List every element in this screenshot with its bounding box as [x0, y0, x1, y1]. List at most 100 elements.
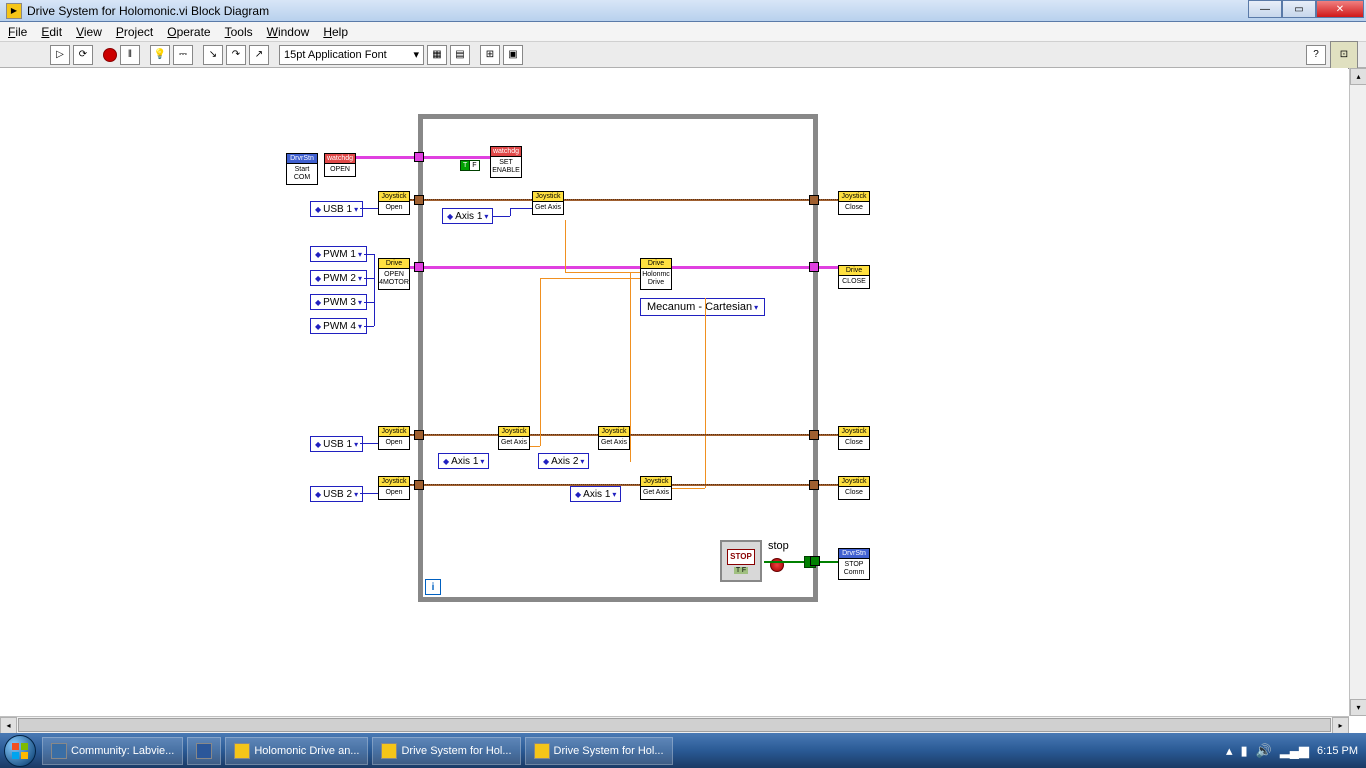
menu-help[interactable]: Help	[323, 25, 348, 39]
menu-view[interactable]: View	[76, 25, 102, 39]
joystick-getaxis-vi[interactable]: Joystick Get Axis	[532, 191, 564, 215]
while-loop[interactable]: i	[418, 114, 818, 602]
pause-button[interactable]: ‖	[120, 45, 140, 65]
block-diagram-canvas[interactable]: i DrvrStn Start COM watchdg OPEN watchdg…	[0, 68, 1348, 716]
iteration-terminal[interactable]: i	[425, 579, 441, 595]
retain-wire-button[interactable]: ⎓	[173, 45, 193, 65]
dropdown-icon: ▾	[413, 48, 419, 61]
taskbar: Community: Labvie... Holomonic Drive an.…	[0, 733, 1366, 768]
maximize-button[interactable]: ▭	[1282, 0, 1316, 18]
scroll-down-icon[interactable]: ▾	[1350, 699, 1366, 716]
joystick-close-vi-3[interactable]: Joystick Close	[838, 476, 870, 500]
pwm3-constant[interactable]: ◆PWM 3▾	[310, 294, 367, 310]
wire	[360, 208, 378, 209]
clock[interactable]: 6:15 PM	[1317, 745, 1358, 757]
taskbar-item[interactable]: Community: Labvie...	[42, 737, 183, 765]
system-tray[interactable]: ▴ ▮ 🔊 ▂▄▆ 6:15 PM	[1226, 743, 1358, 759]
drive-open-vi[interactable]: Drive OPEN 4MOTOR	[378, 258, 410, 290]
joystick-open-vi-2[interactable]: Joystick Open	[378, 426, 410, 450]
axis2-constant[interactable]: ◆Axis 2▾	[538, 453, 589, 469]
menu-operate[interactable]: Operate	[167, 25, 210, 39]
menu-window[interactable]: Window	[267, 25, 310, 39]
minimize-button[interactable]: —	[1248, 0, 1282, 18]
menu-tools[interactable]: Tools	[225, 25, 253, 39]
usb1-constant[interactable]: ◆USB 1▾	[310, 201, 363, 217]
menu-edit[interactable]: Edit	[41, 25, 62, 39]
align-button[interactable]: ▦	[427, 45, 447, 65]
joystick-getaxis-vi-3[interactable]: Joystick Get Axis	[598, 426, 630, 450]
joystick-close-vi-2[interactable]: Joystick Close	[838, 426, 870, 450]
step-over-button[interactable]: ↷	[226, 45, 246, 65]
tunnel	[414, 480, 424, 490]
true-constant[interactable]: TF	[460, 160, 480, 171]
taskbar-item[interactable]	[187, 737, 221, 765]
drive-holonomic-vi[interactable]: Drive Holonmc Drive	[640, 258, 672, 290]
drvrstn-stop-vi[interactable]: DrvrStn STOP Comm	[838, 548, 870, 580]
joystick-open-vi[interactable]: Joystick Open	[378, 191, 410, 215]
joystick-open-vi-3[interactable]: Joystick Open	[378, 476, 410, 500]
help-button[interactable]: ?	[1306, 45, 1326, 65]
horizontal-scrollbar[interactable]: ◂ ▸	[0, 716, 1349, 733]
scroll-thumb[interactable]	[18, 718, 1331, 732]
vi-icon[interactable]: ⊡	[1330, 41, 1358, 69]
scroll-right-icon[interactable]: ▸	[1332, 717, 1349, 734]
drvrstn-start-vi[interactable]: DrvrStn Start COM	[286, 153, 318, 185]
scroll-left-icon[interactable]: ◂	[0, 717, 17, 734]
drive-close-vi[interactable]: Drive CLOSE	[838, 265, 870, 289]
menu-project[interactable]: Project	[116, 25, 153, 39]
wire	[510, 208, 511, 216]
step-out-button[interactable]: ↗	[249, 45, 269, 65]
menu-bar: File Edit View Project Operate Tools Win…	[0, 22, 1366, 42]
taskbar-item[interactable]: Drive System for Hol...	[372, 737, 520, 765]
wire	[672, 488, 705, 489]
joystick-getaxis-vi-2[interactable]: Joystick Get Axis	[498, 426, 530, 450]
vertical-scrollbar[interactable]: ▴ ▾	[1349, 68, 1366, 716]
battery-icon: ▮	[1240, 743, 1247, 759]
step-into-button[interactable]: ↘	[203, 45, 223, 65]
usb1b-constant[interactable]: ◆USB 1▾	[310, 436, 363, 452]
stop-label: stop	[768, 540, 789, 552]
run-button[interactable]: ▷	[50, 45, 70, 65]
tunnel	[414, 262, 424, 272]
run-continuous-button[interactable]: ⟳	[73, 45, 93, 65]
taskbar-item[interactable]: Holomonic Drive an...	[225, 737, 368, 765]
stop-button-control[interactable]: STOP T F	[720, 540, 762, 582]
pwm2-constant[interactable]: ◆PWM 2▾	[310, 270, 367, 286]
start-button[interactable]	[0, 733, 40, 768]
highlight-button[interactable]: 💡	[150, 45, 170, 65]
axis1b-constant[interactable]: ◆Axis 1▾	[438, 453, 489, 469]
watchdog-enable-vi[interactable]: watchdg SET ENABLE	[490, 146, 522, 178]
pwm4-constant[interactable]: ◆PWM 4▾	[310, 318, 367, 334]
font-selector[interactable]: 15pt Application Font ▾	[279, 45, 424, 65]
mecanum-selector[interactable]: Mecanum - Cartesian▾	[640, 298, 765, 316]
wire	[360, 443, 378, 444]
wire	[492, 216, 510, 217]
joystick-getaxis-vi-4[interactable]: Joystick Get Axis	[640, 476, 672, 500]
volume-icon: 🔊	[1256, 743, 1272, 759]
abort-button[interactable]	[103, 48, 117, 62]
watchdog-open-vi[interactable]: watchdg OPEN	[324, 153, 356, 177]
wire	[705, 298, 706, 488]
resize-button[interactable]: ⊞	[480, 45, 500, 65]
close-button[interactable]: ✕	[1316, 0, 1364, 18]
joystick-close-vi[interactable]: Joystick Close	[838, 191, 870, 215]
menu-file[interactable]: File	[8, 25, 27, 39]
tunnel	[809, 480, 819, 490]
folder-icon	[234, 743, 250, 759]
tunnel	[414, 195, 424, 205]
wire	[364, 326, 374, 327]
axis1-constant[interactable]: ◆Axis 1▾	[442, 208, 493, 224]
taskbar-item[interactable]: Drive System for Hol...	[525, 737, 673, 765]
usb2-constant[interactable]: ◆USB 2▾	[310, 486, 363, 502]
windows-icon	[4, 735, 36, 767]
chevron-up-icon[interactable]: ▴	[1226, 743, 1233, 759]
labview-icon	[534, 743, 550, 759]
pwm1-constant[interactable]: ◆PWM 1▾	[310, 246, 367, 262]
wire	[374, 254, 375, 326]
distribute-button[interactable]: ▤	[450, 45, 470, 65]
axis1c-constant[interactable]: ◆Axis 1▾	[570, 486, 621, 502]
scroll-up-icon[interactable]: ▴	[1350, 68, 1366, 85]
wire	[410, 266, 840, 269]
reorder-button[interactable]: ▣	[503, 45, 523, 65]
tunnel	[810, 556, 820, 566]
